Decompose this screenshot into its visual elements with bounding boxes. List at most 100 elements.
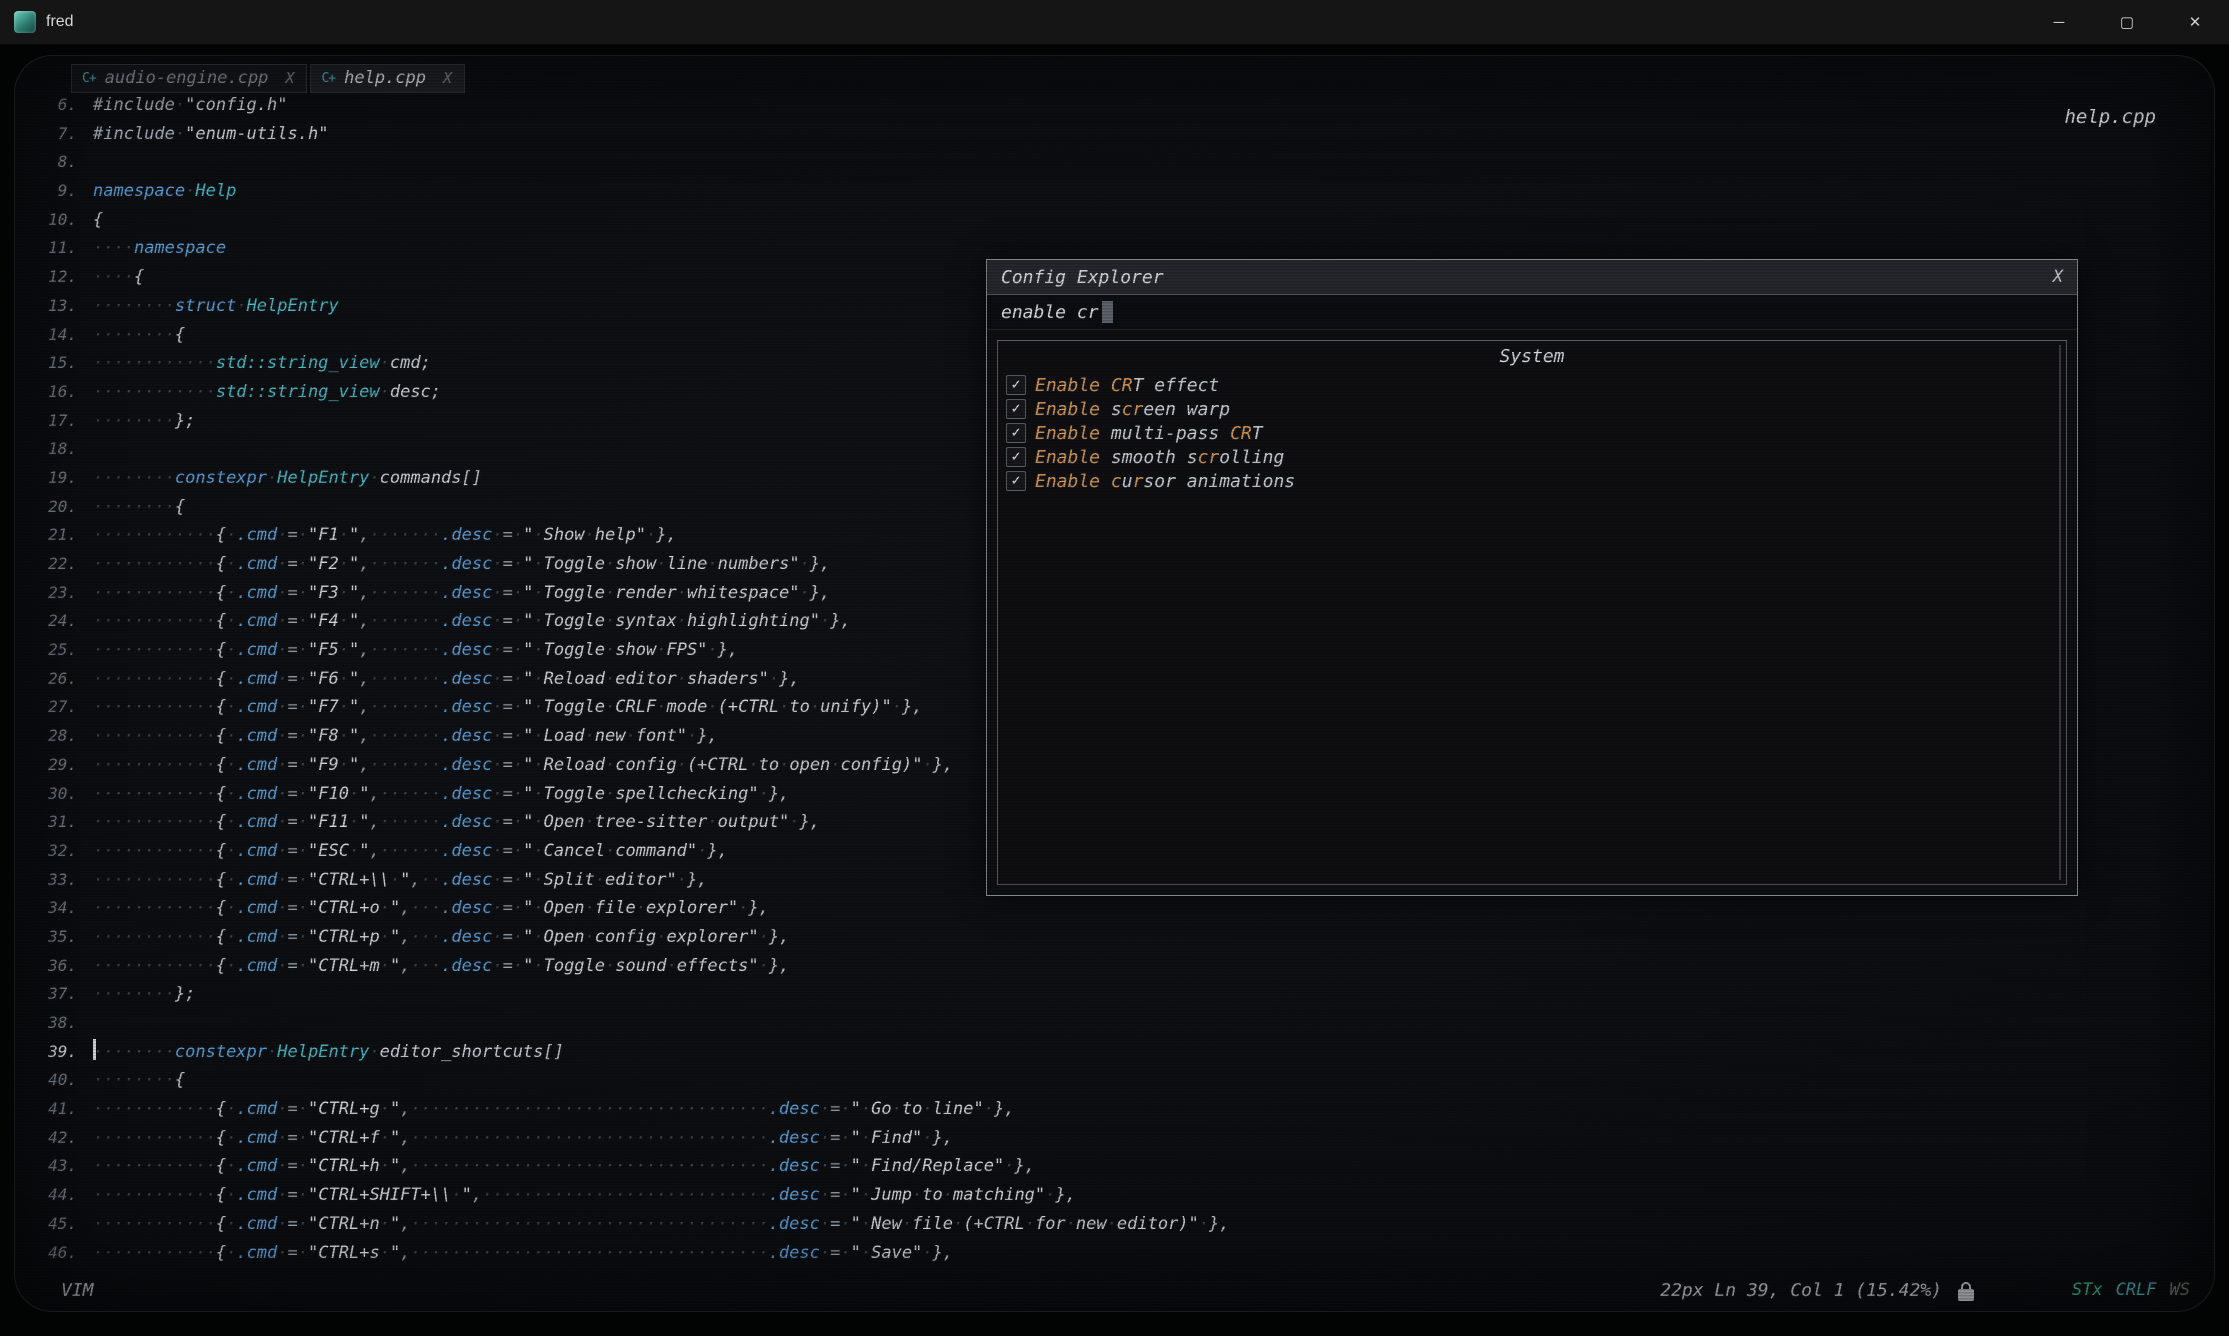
- code-line[interactable]: 42.············{·.cmd·=·"CTRL+f·",······…: [31, 1124, 1230, 1153]
- line-number: 8.: [31, 148, 93, 177]
- code-line[interactable]: 10.{: [31, 206, 1230, 235]
- config-section-header: System: [998, 341, 2066, 373]
- checkbox-checked-icon[interactable]: ✓: [1006, 471, 1026, 491]
- tab-close-button[interactable]: X: [443, 69, 452, 87]
- config-option-label: Enable smooth scrolling: [1035, 447, 1284, 468]
- line-number: 7.: [31, 120, 93, 149]
- code-line[interactable]: 35.············{·.cmd·=·"CTRL+p·",···.de…: [31, 923, 1230, 952]
- tab-audio-engine.cpp[interactable]: C+ audio-engine.cpp X: [71, 64, 307, 93]
- config-option-label: Enable screen warp: [1035, 399, 1230, 420]
- tab-help.cpp[interactable]: C+help.cppX: [310, 64, 465, 93]
- line-number: 43.: [31, 1152, 93, 1181]
- input-block-cursor: [1102, 301, 1113, 323]
- code-line[interactable]: 38.: [31, 1009, 1230, 1038]
- lock-icon: [1958, 1289, 1974, 1301]
- code-line[interactable]: 44.············{·.cmd·=·"CTRL+SHIFT+\\·"…: [31, 1181, 1230, 1210]
- config-option[interactable]: ✓ Enable smooth scrolling: [998, 445, 2066, 469]
- code-line[interactable]: 43.············{·.cmd·=·"CTRL+h·",······…: [31, 1152, 1230, 1181]
- code-line[interactable]: 45.············{·.cmd·=·"CTRL+n·",······…: [31, 1210, 1230, 1239]
- window-titlebar: fred ─ ▢ ✕: [0, 0, 2229, 45]
- line-number: 13.: [31, 292, 93, 321]
- code-line[interactable]: 34.············{·.cmd·=·"CTRL+o·",···.de…: [31, 894, 1230, 923]
- checkbox-checked-icon[interactable]: ✓: [1006, 447, 1026, 467]
- code-line[interactable]: 9.namespace·Help: [31, 177, 1230, 206]
- line-number: 46.: [31, 1239, 93, 1268]
- config-option[interactable]: ✓ Enable CRT effect: [998, 373, 2066, 397]
- code-line[interactable]: 6.#include·"config.h": [31, 91, 1230, 120]
- cpp-file-icon: C+: [82, 71, 96, 86]
- line-number: 18.: [31, 435, 93, 464]
- line-number: 26.: [31, 665, 93, 694]
- status-flag-stx: STx: [2072, 1280, 2103, 1300]
- checkbox-checked-icon[interactable]: ✓: [1006, 375, 1026, 395]
- config-option-label: Enable cursor animations: [1035, 471, 1295, 492]
- crt-screen: C+audio-engine.cppXC+help.cppX help.cpp …: [0, 45, 2229, 1336]
- line-number: 44.: [31, 1181, 93, 1210]
- config-search-input[interactable]: enable cr: [987, 295, 2077, 330]
- line-number: 39.: [31, 1038, 93, 1067]
- config-option-label: Enable multi-pass CRT: [1035, 423, 1263, 444]
- tab-bar: C+audio-engine.cppXC+help.cppX: [71, 64, 465, 93]
- line-number: 21.: [31, 521, 93, 550]
- line-number: 6.: [31, 91, 93, 120]
- config-option[interactable]: ✓ Enable screen warp: [998, 397, 2066, 421]
- line-number: 25.: [31, 636, 93, 665]
- tab-label: audio-engine.cpp: [105, 68, 269, 88]
- line-number: 40.: [31, 1066, 93, 1095]
- config-option-label: Enable CRT effect: [1035, 375, 1219, 396]
- code-line[interactable]: 36.············{·.cmd·=·"CTRL+m·",···.de…: [31, 952, 1230, 981]
- checkbox-checked-icon[interactable]: ✓: [1006, 399, 1026, 419]
- window-title: fred: [46, 13, 74, 31]
- minimize-button[interactable]: ─: [2025, 0, 2093, 45]
- config-items: ✓ Enable CRT effect ✓ Enable screen warp ✓ En…: [998, 373, 2066, 493]
- cpp-file-icon: C+: [321, 71, 335, 86]
- config-explorer-popup: Config Explorer X enable cr System ✓ Enab…: [986, 259, 2078, 896]
- tab-close-button[interactable]: X: [285, 69, 294, 87]
- code-line[interactable]: 46.············{·.cmd·=·"CTRL+s·",······…: [31, 1239, 1230, 1268]
- line-number: 16.: [31, 378, 93, 407]
- code-line[interactable]: 37.········};: [31, 980, 1230, 1009]
- line-number: 38.: [31, 1009, 93, 1038]
- line-number: 41.: [31, 1095, 93, 1124]
- line-number: 12.: [31, 263, 93, 292]
- config-search-query: enable cr: [1001, 302, 1099, 323]
- code-line[interactable]: 7.#include·"enum-utils.h": [31, 120, 1230, 149]
- scrollbar[interactable]: [2059, 345, 2061, 880]
- popup-close-button[interactable]: X: [2053, 267, 2063, 287]
- line-number: 28.: [31, 722, 93, 751]
- line-number: 15.: [31, 349, 93, 378]
- line-number: 20.: [31, 493, 93, 522]
- line-number: 32.: [31, 837, 93, 866]
- line-number: 10.: [31, 206, 93, 235]
- config-option[interactable]: ✓ Enable multi-pass CRT: [998, 421, 2066, 445]
- code-line[interactable]: 40.········{: [31, 1066, 1230, 1095]
- status-mode-indicator: VIM: [61, 1280, 94, 1301]
- line-number: 29.: [31, 751, 93, 780]
- line-number: 33.: [31, 866, 93, 895]
- checkbox-checked-icon[interactable]: ✓: [1006, 423, 1026, 443]
- line-number: 24.: [31, 607, 93, 636]
- app-icon: [14, 11, 36, 33]
- filename-overlay: help.cpp: [2064, 106, 2156, 128]
- status-flag-ws: WS: [2170, 1280, 2190, 1300]
- line-number: 19.: [31, 464, 93, 493]
- close-button[interactable]: ✕: [2161, 0, 2229, 45]
- line-number: 14.: [31, 321, 93, 350]
- maximize-button[interactable]: ▢: [2093, 0, 2161, 45]
- line-number: 35.: [31, 923, 93, 952]
- code-line[interactable]: 41.············{·.cmd·=·"CTRL+g·",······…: [31, 1095, 1230, 1124]
- line-number: 45.: [31, 1210, 93, 1239]
- code-line[interactable]: 39.········constexpr·HelpEntry·editor_sh…: [31, 1038, 1230, 1067]
- popup-title-text: Config Explorer: [1001, 267, 1164, 288]
- status-flag-crlf: CRLF: [2116, 1280, 2157, 1300]
- status-cursor-position: 22px Ln 39, Col 1 (15.42%): [1660, 1280, 1942, 1301]
- popup-titlebar: Config Explorer X: [987, 260, 2077, 295]
- window-controls: ─ ▢ ✕: [2025, 0, 2229, 45]
- config-option[interactable]: ✓ Enable cursor animations: [998, 469, 2066, 493]
- status-flags: STx CRLF WS: [2072, 1280, 2190, 1300]
- config-list[interactable]: System ✓ Enable CRT effect ✓ Enable screen …: [997, 340, 2067, 885]
- line-number: 23.: [31, 579, 93, 608]
- line-number: 11.: [31, 234, 93, 263]
- code-line[interactable]: 8.: [31, 148, 1230, 177]
- editor-viewport: C+audio-engine.cppXC+help.cppX help.cpp …: [14, 55, 2215, 1312]
